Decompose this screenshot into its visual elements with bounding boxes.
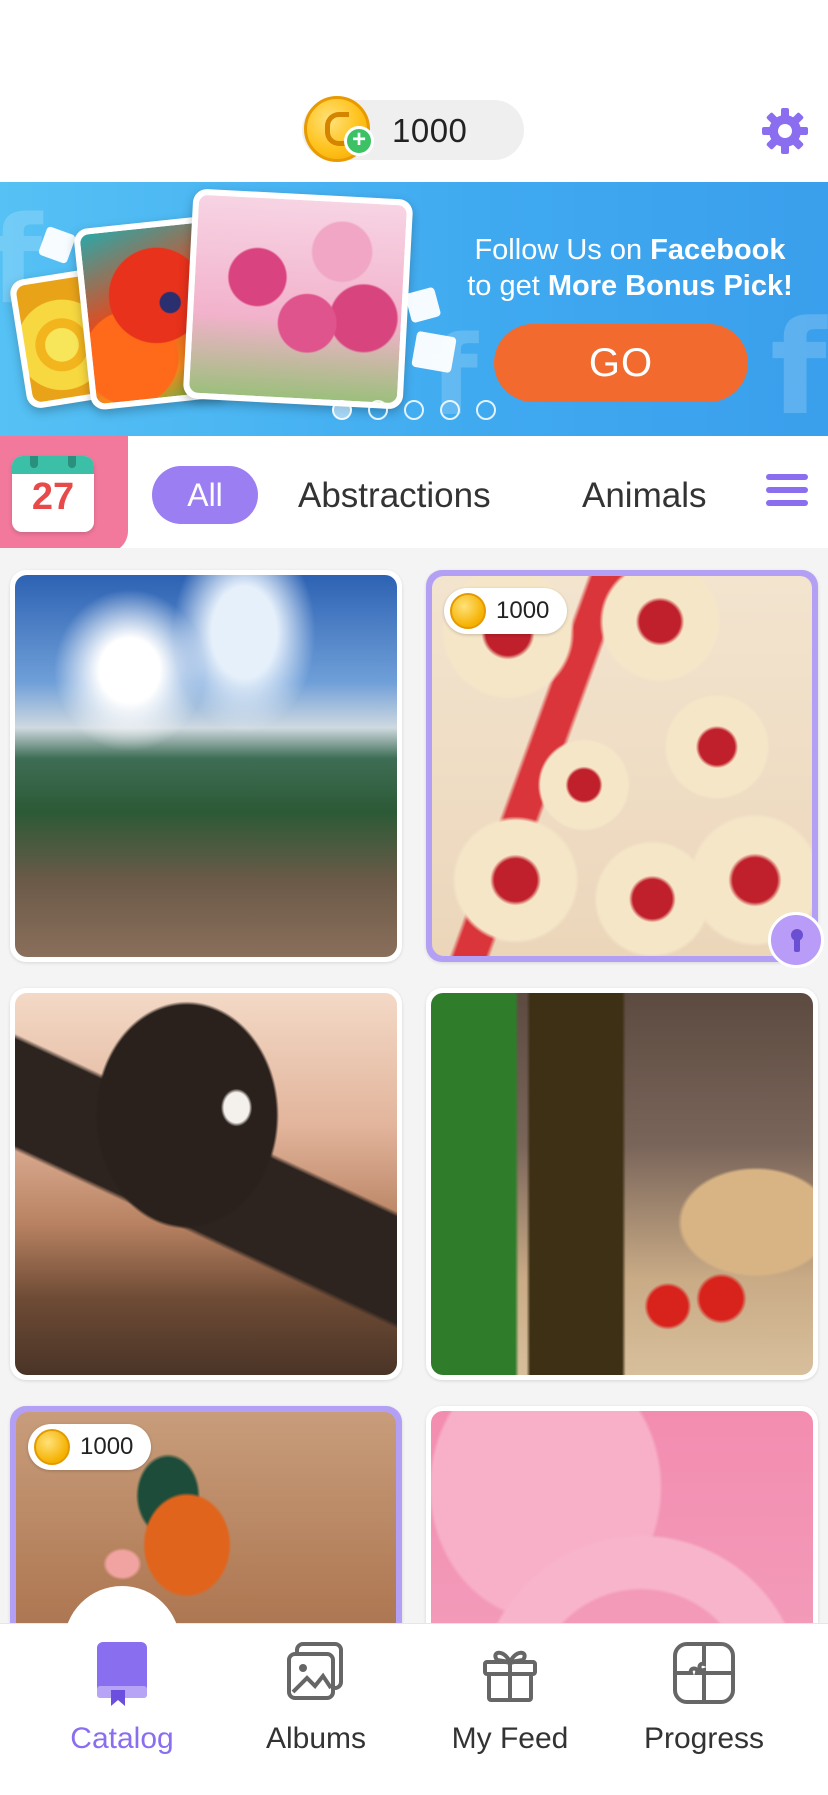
gift-icon [483,1650,537,1702]
coin-balance: 1000 [392,112,468,149]
puzzle-tile-locked[interactable]: 1000 [10,1406,402,1623]
carousel-dot[interactable] [476,400,496,420]
gear-icon[interactable] [760,106,810,156]
coin-icon [34,1429,70,1465]
menu-icon[interactable] [766,474,808,510]
carousel-dots [332,400,496,420]
go-button[interactable]: GO [494,324,748,402]
top-bar: + 1000 [0,0,828,182]
puzzle-piece-icon [37,225,77,265]
promo-line1-bold: Facebook [650,234,786,266]
puzzle-thumbnail-cookies: 1000 [432,576,812,956]
calendar-day: 27 [31,476,75,518]
category-tab-all[interactable]: All [152,466,258,524]
nav-label: Albums [265,1722,367,1755]
plus-icon[interactable]: + [344,126,374,156]
nav-label: Progress [643,1722,765,1755]
price-value: 1000 [80,1433,134,1460]
puzzle-icon [673,1642,735,1704]
puzzle-card-stack [0,182,457,436]
nav-my-feed[interactable]: My Feed [420,1638,600,1756]
puzzle-tile[interactable] [10,570,402,962]
photo-album-icon [287,1642,343,1700]
carousel-dot[interactable] [332,400,352,420]
nav-progress[interactable]: Progress [614,1638,794,1756]
puzzle-thumbnail-mountain-trail [15,575,397,957]
facebook-promo-banner[interactable]: f f f Follow Us on Facebook to get More … [0,182,828,436]
price-value: 1000 [496,597,550,624]
puzzle-piece-icon [411,330,457,374]
price-badge: 1000 [28,1424,152,1470]
book-icon [97,1642,147,1706]
puzzle-thumbnail-eagle [15,993,397,1375]
calendar-icon: 27 [12,456,94,532]
coin-icon [450,593,486,629]
carousel-dot[interactable] [440,400,460,420]
category-tab-abstractions[interactable]: Abstractions [298,476,491,516]
facebook-watermark-icon: f [770,292,827,436]
nav-label: My Feed [451,1722,569,1755]
daily-puzzle-tab[interactable]: 27 [0,436,128,553]
puzzle-tile[interactable] [10,988,402,1380]
promo-line2-bold: More Bonus Pick! [547,270,793,302]
nav-albums[interactable]: Albums [226,1638,406,1756]
promo-text: Follow Us on Facebook to get More Bonus … [440,232,820,304]
promo-line1-prefix: Follow Us on [474,234,651,266]
bottom-navigation: Catalog Albums My Feed Progress [0,1586,828,1795]
coin-balance-pill[interactable]: + 1000 [302,96,524,162]
nav-catalog[interactable]: Catalog [32,1638,212,1756]
peony-card [182,188,414,410]
price-badge: 1000 [444,588,568,634]
puzzle-thumbnail-duck: 1000 [16,1412,396,1623]
puzzle-tile-locked[interactable]: 1000 [426,570,824,968]
lock-icon [768,912,824,968]
app-screen: + 1000 f f f Follow Us on Facebook to ge… [0,0,828,1795]
carousel-dot[interactable] [404,400,424,420]
nav-label: Catalog [70,1722,174,1755]
promo-line2-prefix: to get [467,270,548,302]
category-tab-animals[interactable]: Animals [582,476,706,516]
puzzle-thumbnail-kitchen [431,993,813,1375]
puzzle-tile[interactable] [426,988,818,1380]
puzzle-grid: 1000 1000 [0,548,828,1623]
puzzle-thumbnail-rose [431,1411,813,1623]
puzzle-tile[interactable] [426,1406,818,1623]
carousel-dot[interactable] [368,400,388,420]
category-bar: 27 All Abstractions Animals [0,436,828,553]
